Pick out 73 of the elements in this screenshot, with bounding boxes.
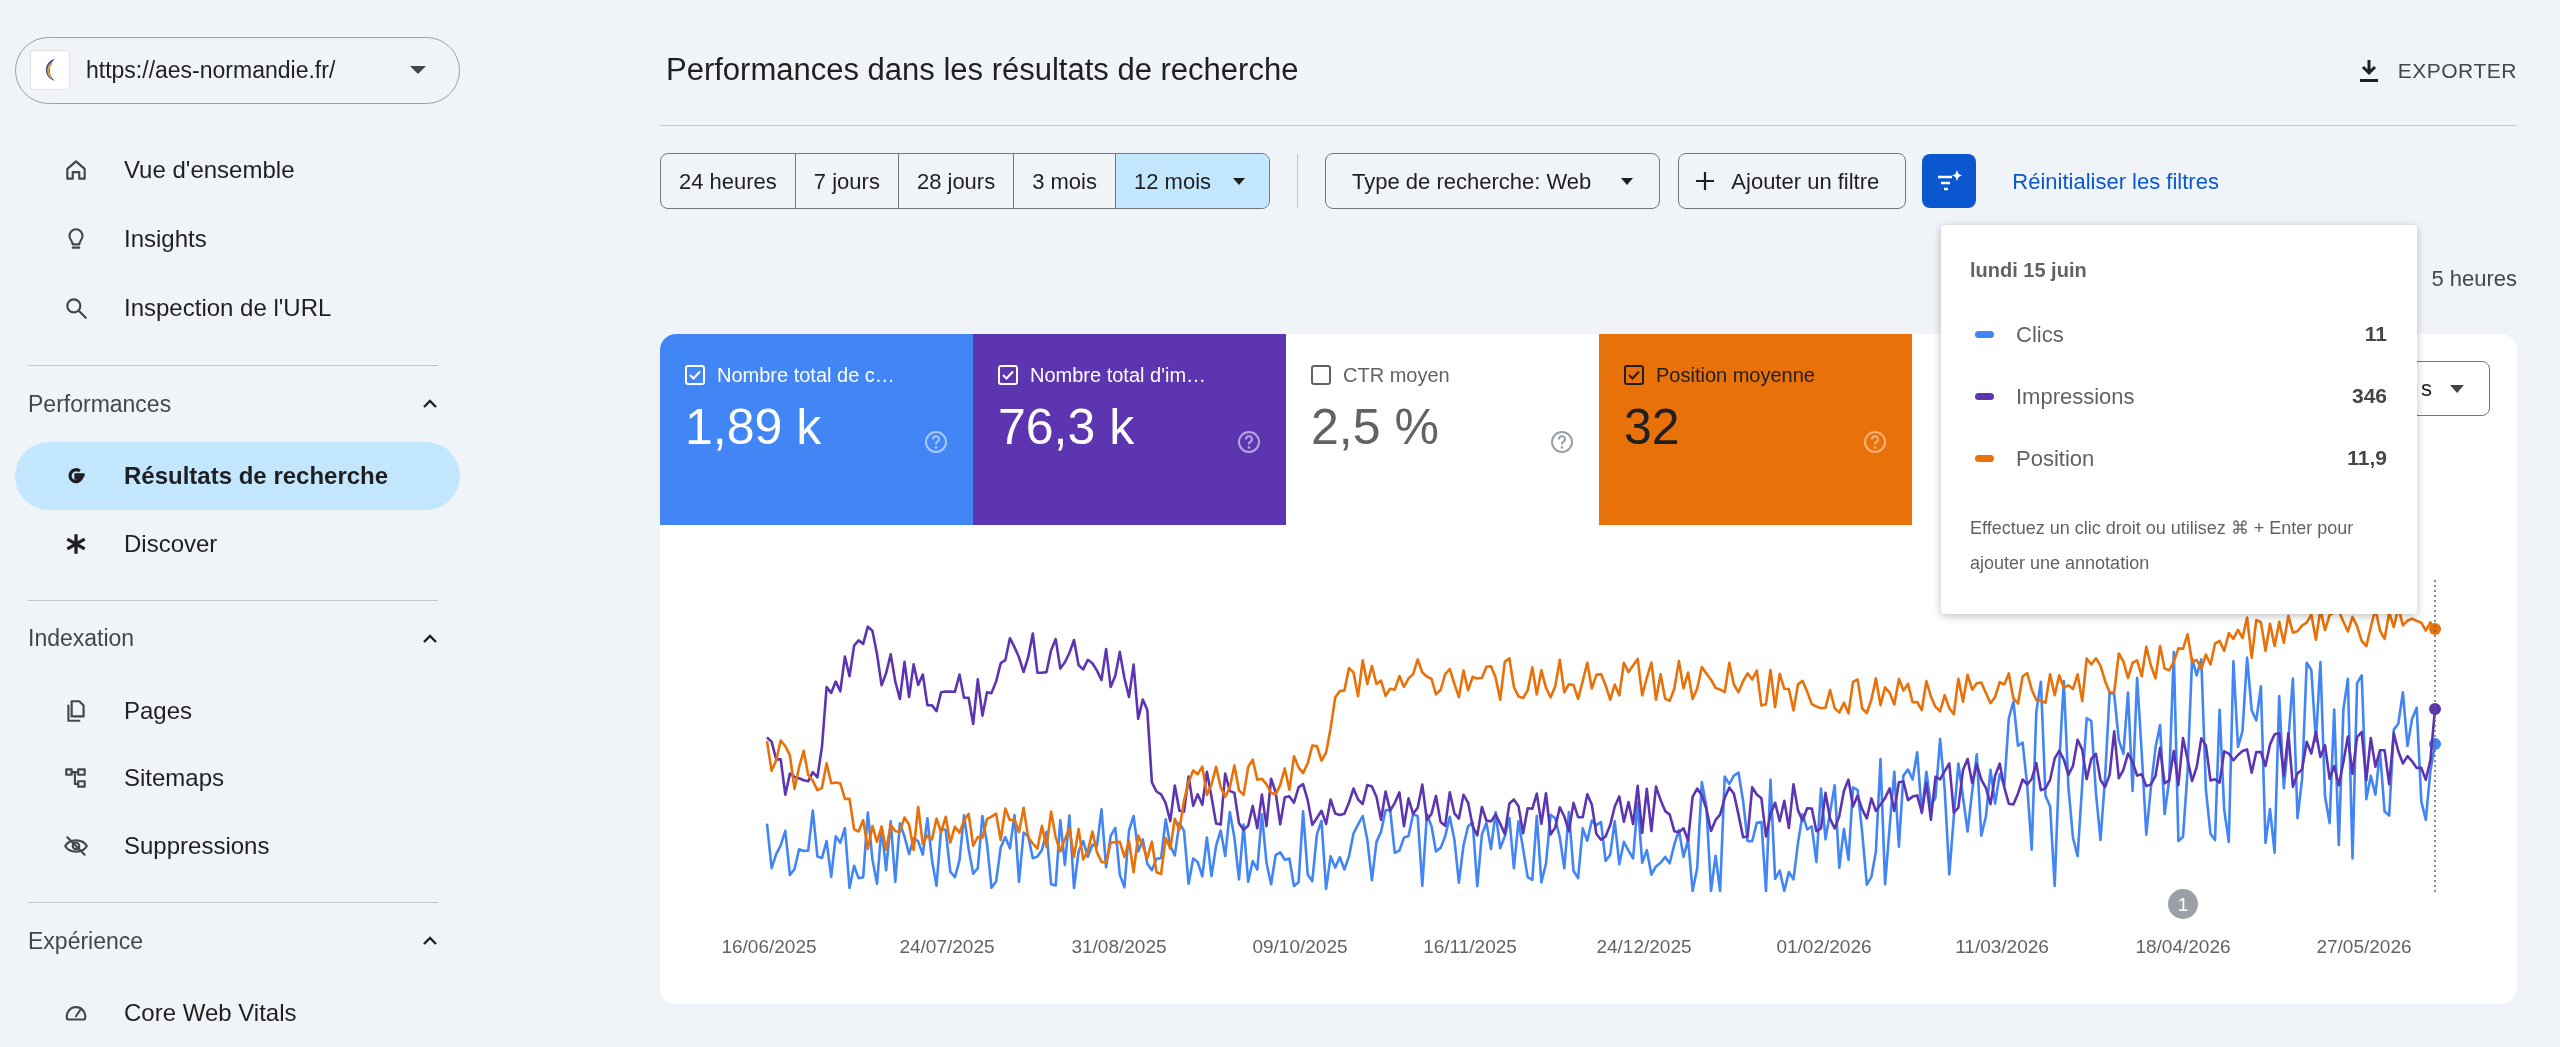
date-range-tab[interactable]: 12 mois [1115, 154, 1270, 208]
help-icon[interactable] [1550, 430, 1574, 454]
date-range-tab[interactable]: 28 jours [897, 154, 1014, 208]
site-favicon-icon [30, 50, 70, 91]
reset-filters-link[interactable]: Réinitialiser les filtres [2012, 164, 2219, 198]
metric-value: 76,3 k [998, 398, 1135, 457]
x-axis-label: 24/12/2025 [1596, 936, 1692, 957]
hover-point [2429, 703, 2441, 715]
metric-label: Position moyenne [1656, 363, 1815, 388]
page-title: Performances dans les résultats de recherche [666, 51, 1299, 90]
checkbox-icon [685, 365, 705, 385]
hover-point [2429, 623, 2441, 635]
nav-item[interactable]: Insights [15, 204, 460, 274]
metric-card[interactable]: Nombre total d'im… 76,3 k [973, 334, 1286, 525]
nav-item[interactable]: Core Web Vitals [15, 979, 460, 1047]
metric-card[interactable]: Position moyenne 32 [1599, 334, 1912, 525]
nav-item[interactable]: Sitemaps [15, 744, 460, 813]
chevron-icon [422, 398, 438, 409]
tooltip-value: 346 [2351, 383, 2387, 410]
x-axis-label: 24/07/2025 [899, 936, 995, 957]
checkbox-icon [998, 365, 1018, 385]
search-icon [63, 295, 89, 322]
chevron-icon [422, 633, 438, 644]
checkbox-icon [1311, 365, 1331, 385]
caret-icon [409, 65, 427, 76]
caret-icon [1621, 177, 1634, 185]
chevron-icon [422, 936, 438, 947]
section-header[interactable]: Indexation [28, 600, 438, 677]
tooltip-value: 11,9 [2347, 445, 2387, 472]
x-axis-label: 11/03/2026 [1955, 936, 2049, 957]
nav-item[interactable]: Résultats de recherche [15, 442, 460, 510]
last-update-text: 5 heures [2431, 264, 2517, 293]
metric-label: CTR moyen [1343, 363, 1450, 388]
date-range-tab[interactable]: 7 jours [794, 154, 898, 208]
search-type-dropdown[interactable]: Type de recherche: Web [1325, 153, 1661, 209]
section-header[interactable]: Performances [28, 365, 438, 443]
x-axis-label: 27/05/2026 [2316, 936, 2412, 957]
x-axis-label: 01/02/2026 [1776, 936, 1872, 957]
export-button[interactable]: EXPORTER [2357, 54, 2517, 87]
plus-icon [1695, 171, 1716, 191]
x-axis-label: 09/10/2025 [1252, 936, 1348, 957]
date-range-tab[interactable]: 3 mois [1013, 154, 1115, 208]
x-axis-label: 31/08/2025 [1071, 936, 1167, 957]
nav-item[interactable]: Discover [15, 509, 460, 578]
nav-item[interactable]: Suppressions [15, 812, 460, 880]
x-axis-label: 16/11/2025 [1423, 936, 1517, 957]
metric-label: Nombre total de c… [717, 363, 895, 388]
x-axis-label: 18/04/2026 [2135, 936, 2231, 957]
tooltip-label: Impressions [2016, 382, 2135, 411]
metric-label: Nombre total d'im… [1030, 363, 1207, 388]
tooltip-label: Clics [2016, 320, 2064, 349]
metric-card[interactable]: Nombre total de c… 1,89 k [660, 334, 973, 525]
caret-icon [1233, 177, 1246, 185]
nav-item[interactable]: Inspection de l'URL [15, 273, 460, 343]
hover-point [2429, 738, 2441, 750]
tooltip-value: 11 [2364, 321, 2387, 348]
tooltip-date: lundi 15 juin [1970, 258, 2088, 283]
metric-value: 2,5 % [1311, 398, 1439, 457]
section-header[interactable]: Expérience [28, 902, 438, 980]
checkbox-icon [1624, 365, 1644, 385]
tooltip-hint: Effectuez un clic droit ou utilisez ⌘ + Enter pour ajouter une annotation [1970, 517, 2355, 575]
help-icon[interactable] [1863, 430, 1887, 454]
x-axis-label: 16/06/2025 [721, 936, 817, 957]
date-range-tab[interactable]: 24 heures [661, 154, 795, 208]
nav-item[interactable]: Vue d'ensemble [15, 135, 460, 205]
add-filter-button[interactable]: Ajouter un filtre [1678, 153, 1907, 209]
nav-item[interactable]: Pages [15, 676, 460, 745]
tooltip-label: Position [2016, 444, 2095, 473]
caret-icon [2450, 384, 2464, 393]
filter-sparkle-button[interactable] [1922, 154, 1977, 208]
metric-value: 32 [1624, 398, 1680, 457]
download-icon [2357, 58, 2380, 83]
metric-value: 1,89 k [685, 398, 822, 457]
